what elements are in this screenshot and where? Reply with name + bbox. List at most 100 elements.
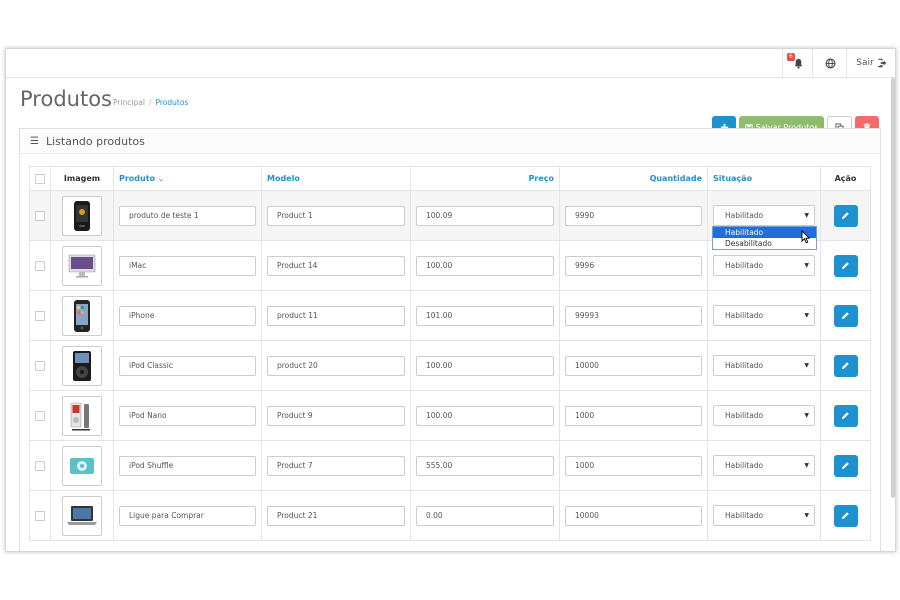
- product-model-input[interactable]: Product 1: [267, 205, 405, 226]
- product-quantity-input[interactable]: 10000: [565, 355, 702, 376]
- product-thumbnail[interactable]: [62, 245, 102, 286]
- product-quantity-input[interactable]: 9990: [565, 205, 702, 226]
- breadcrumb-current[interactable]: Produtos: [156, 98, 189, 107]
- app-window: 6 Sair Produtos Principal / Produtos Salva…: [5, 48, 896, 552]
- product-thumbnail[interactable]: [62, 445, 102, 486]
- product-price-input[interactable]: 100.00: [416, 355, 554, 376]
- select-all-checkbox[interactable]: [35, 173, 45, 184]
- product-model-input[interactable]: Product 7: [267, 455, 405, 476]
- panel-title: Listando produtos: [45, 134, 145, 148]
- status-value: Habilitado: [725, 261, 764, 270]
- product-name-input[interactable]: iPod Nano: [119, 405, 256, 426]
- pencil-icon: [841, 312, 849, 320]
- product-model-input[interactable]: product 20: [267, 355, 405, 376]
- row-status-cell: Habilitado ▼: [707, 490, 821, 541]
- product-status-select[interactable]: Habilitado ▼: [713, 355, 815, 376]
- product-thumbnail[interactable]: [62, 495, 102, 536]
- pencil-icon: [841, 462, 849, 470]
- row-action-cell: [820, 440, 871, 491]
- language-button[interactable]: [812, 49, 847, 77]
- product-status-select[interactable]: Habilitado ▼: [713, 305, 815, 326]
- col-price[interactable]: Preço: [410, 166, 560, 191]
- row-price-cell: 100.00: [410, 340, 560, 391]
- col-model[interactable]: Modelo: [261, 166, 411, 191]
- row-model-cell: Product 9: [261, 390, 411, 441]
- row-checkbox[interactable]: [35, 460, 45, 471]
- edit-button[interactable]: [833, 454, 858, 477]
- pencil-icon: [841, 262, 849, 270]
- sort-desc-icon: ⌄: [157, 175, 164, 183]
- product-price-input[interactable]: 101.00: [416, 305, 554, 326]
- row-status-cell: Habilitado ▼: [707, 440, 821, 491]
- row-action-cell: [820, 240, 871, 291]
- row-quantity-cell: 1000: [559, 440, 708, 491]
- edit-button[interactable]: [833, 354, 858, 377]
- edit-button[interactable]: [833, 204, 858, 227]
- row-checkbox[interactable]: [35, 210, 45, 221]
- caret-down-icon: ▼: [804, 362, 809, 369]
- row-checkbox[interactable]: [35, 310, 45, 321]
- edit-button[interactable]: [833, 504, 858, 527]
- product-thumbnail[interactable]: [62, 295, 102, 336]
- window-scrollbar[interactable]: [891, 78, 895, 498]
- breadcrumb-home[interactable]: Principal: [113, 98, 145, 107]
- edit-button[interactable]: [833, 404, 858, 427]
- product-name-input[interactable]: Ligue para Comprar: [119, 505, 256, 526]
- product-name-input[interactable]: iPod Shuffle: [119, 455, 256, 476]
- page-title: Produtos: [20, 87, 112, 111]
- row-name-cell: iPod Nano: [113, 390, 262, 441]
- row-checkbox[interactable]: [35, 260, 45, 271]
- product-thumbnail[interactable]: [62, 345, 102, 386]
- col-quantity[interactable]: Quantidade: [559, 166, 708, 191]
- product-status-select[interactable]: Habilitado ▼: [713, 505, 815, 526]
- product-model-input[interactable]: Product 21: [267, 505, 405, 526]
- row-image-cell: [50, 290, 114, 341]
- table-header-row: Imagem Produto ⌄ Modelo Preço Quantidade…: [29, 166, 871, 191]
- product-thumbnail[interactable]: [62, 195, 102, 236]
- product-quantity-input[interactable]: 9996: [565, 255, 702, 276]
- edit-button[interactable]: [833, 254, 858, 277]
- product-status-select[interactable]: Habilitado ▼: [713, 455, 815, 476]
- product-model-input[interactable]: product 11: [267, 305, 405, 326]
- product-name-input[interactable]: iPhone: [119, 305, 256, 326]
- breadcrumb: Principal / Produtos: [113, 98, 188, 107]
- product-price-input[interactable]: 100.09: [416, 205, 554, 226]
- row-checkbox[interactable]: [35, 410, 45, 421]
- product-quantity-input[interactable]: 1000: [565, 455, 702, 476]
- product-status-select[interactable]: Habilitado ▼: [713, 255, 815, 276]
- notification-badge: 6: [787, 53, 795, 61]
- product-price-input[interactable]: 100.00: [416, 405, 554, 426]
- product-model-input[interactable]: Product 9: [267, 405, 405, 426]
- notifications-button[interactable]: 6: [782, 49, 813, 77]
- product-name-input[interactable]: iPod Classic: [119, 355, 256, 376]
- product-quantity-input[interactable]: 1000: [565, 405, 702, 426]
- edit-button[interactable]: [833, 304, 858, 327]
- row-quantity-cell: 1000: [559, 390, 708, 441]
- row-name-cell: iMac: [113, 240, 262, 291]
- col-product[interactable]: Produto ⌄: [113, 166, 262, 191]
- product-price-input[interactable]: 555.00: [416, 455, 554, 476]
- product-model-input[interactable]: Product 14: [267, 255, 405, 276]
- product-quantity-input[interactable]: 10000: [565, 505, 702, 526]
- product-price-input[interactable]: 0.00: [416, 505, 554, 526]
- product-status-select[interactable]: Habilitado ▼: [713, 405, 815, 426]
- row-quantity-cell: 9996: [559, 240, 708, 291]
- product-name-input[interactable]: iMac: [119, 255, 256, 276]
- product-thumbnail[interactable]: [62, 395, 102, 436]
- row-status-cell: Habilitado ▼: [707, 340, 821, 391]
- product-quantity-input[interactable]: 99993: [565, 305, 702, 326]
- row-checkbox[interactable]: [35, 510, 45, 521]
- row-image-cell: [50, 190, 114, 241]
- col-status[interactable]: Situação: [707, 166, 821, 191]
- row-model-cell: Product 21: [261, 490, 411, 541]
- row-action-cell: [820, 390, 871, 441]
- row-model-cell: Product 1: [261, 190, 411, 241]
- product-price-input[interactable]: 100.00: [416, 255, 554, 276]
- row-status-cell: Habilitado ▼: [707, 290, 821, 341]
- product-name-input[interactable]: produto de teste 1: [119, 205, 256, 226]
- product-status-select[interactable]: Habilitado ▼: [713, 205, 815, 226]
- row-checkbox[interactable]: [35, 360, 45, 371]
- row-select-cell: [29, 290, 51, 341]
- logout-button[interactable]: Sair: [846, 49, 895, 77]
- row-status-cell: Habilitado ▼: [707, 390, 821, 441]
